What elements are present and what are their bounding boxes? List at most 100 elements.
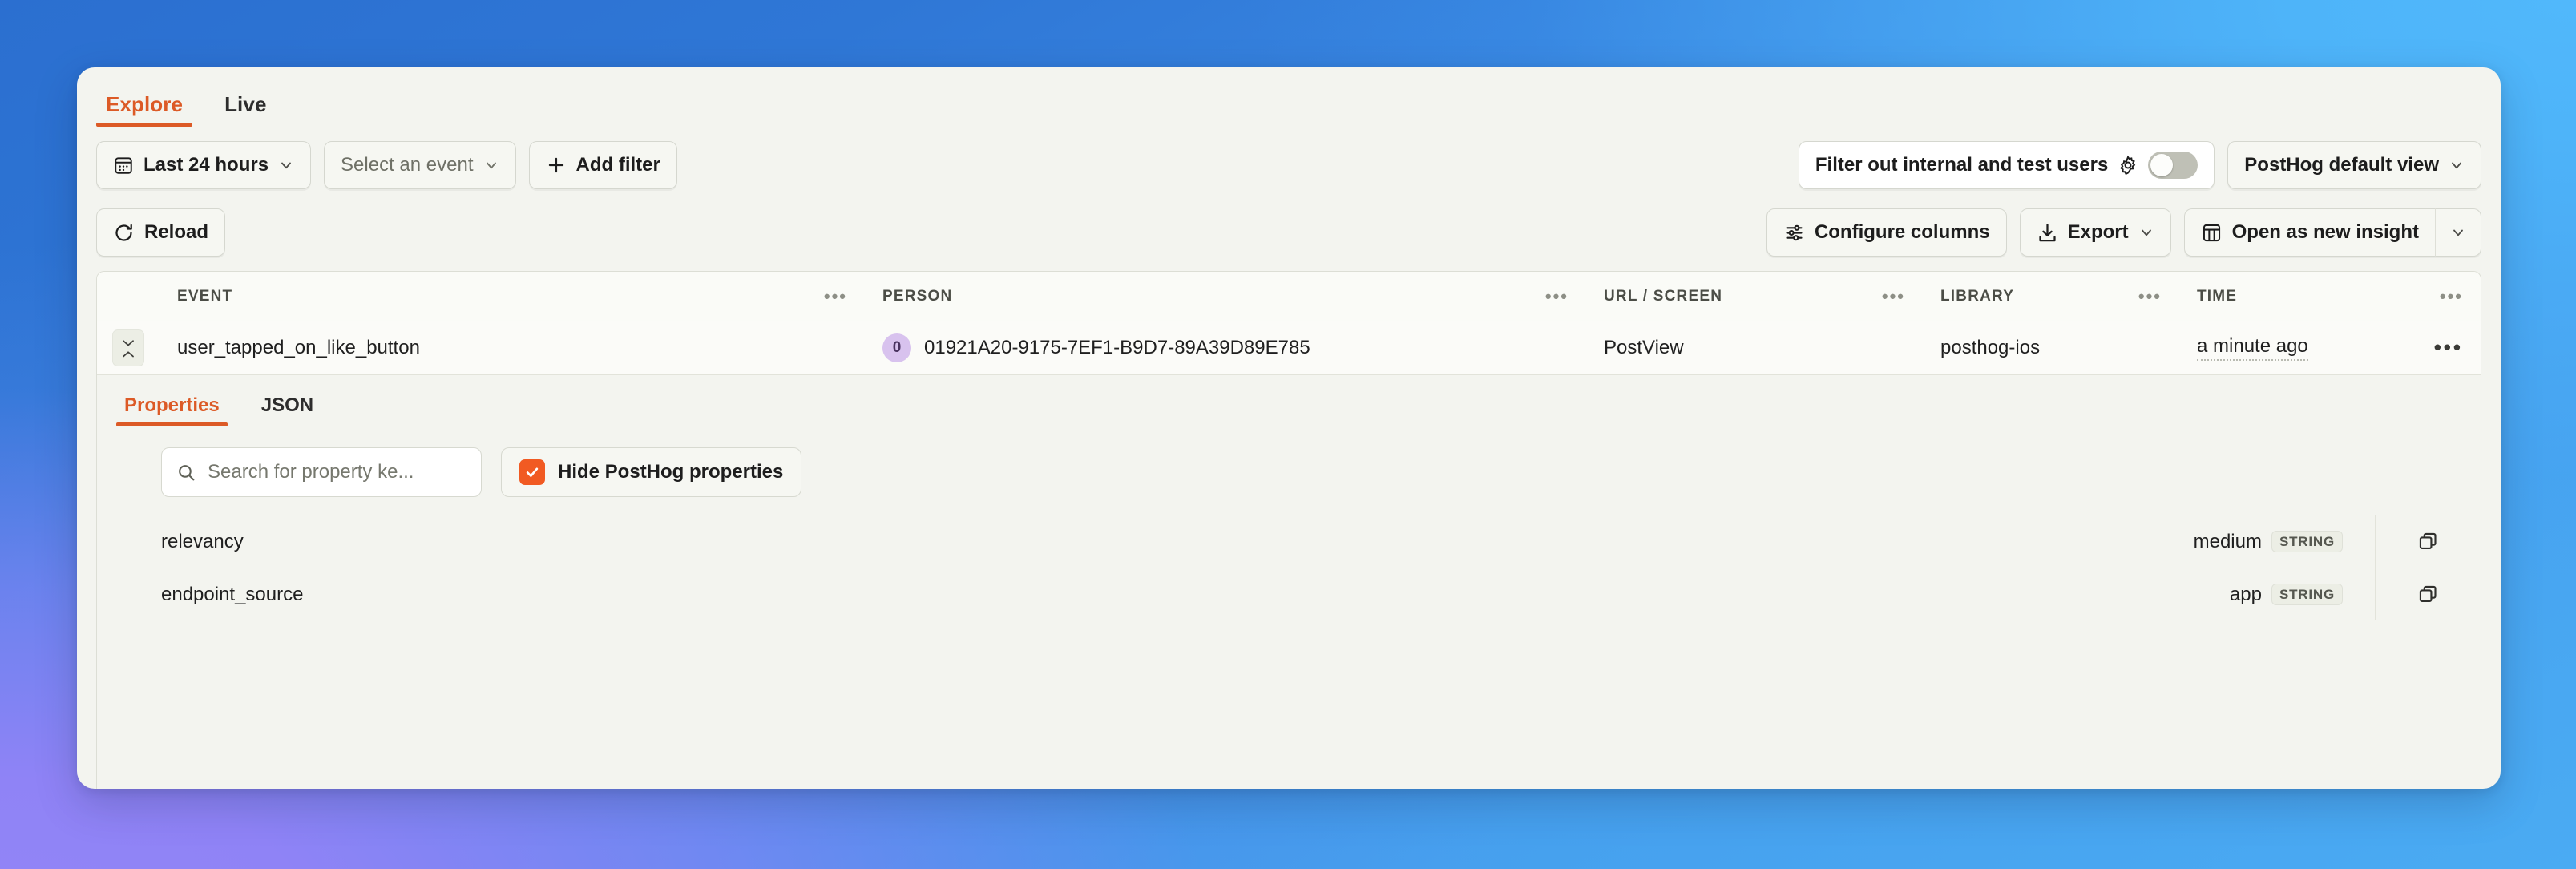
events-table: EVENT ••• PERSON ••• URL / SCREEN ••• LI… [96,271,2481,789]
top-tab-bar: Explore Live [77,67,2501,127]
event-select-button[interactable]: Select an event [324,141,516,189]
tab-live[interactable]: Live [215,94,276,127]
property-value-group: medium STRING [2194,531,2343,553]
download-icon [2037,222,2058,244]
reload-label: Reload [144,221,209,243]
column-header-person-label: PERSON [882,287,953,305]
copy-property-button[interactable] [2375,568,2481,620]
add-filter-button[interactable]: Add filter [528,141,677,189]
chevron-down-icon [2449,157,2465,173]
filter-internal-users-label: Filter out internal and test users [1815,154,2109,176]
event-select-label: Select an event [341,154,474,176]
property-controls: Hide PostHog properties [97,426,2481,515]
add-filter-label: Add filter [575,154,660,176]
column-header-time-label: TIME [2197,287,2238,305]
export-label: Export [2067,221,2129,243]
column-header-url: URL / SCREEN ••• [1586,272,1923,321]
property-key: endpoint_source [161,583,304,605]
tab-properties-label: Properties [124,394,220,416]
tab-json-label: JSON [260,394,314,416]
tab-properties[interactable]: Properties [116,396,228,426]
export-button[interactable]: Export [2019,208,2171,257]
collapse-row-button[interactable] [112,329,144,366]
chevron-down-icon [121,338,135,347]
column-menu-event[interactable]: ••• [824,287,847,305]
avatar: 0 [882,333,911,362]
copy-icon [2417,531,2439,552]
calendar-icon [113,155,134,176]
action-bar: Reload Configure columns Export Open as … [77,200,2501,271]
tab-explore-label: Explore [106,92,184,116]
hide-posthog-properties-label: Hide PostHog properties [558,461,784,483]
open-as-new-insight-button[interactable]: Open as new insight [2183,208,2435,257]
column-menu-library[interactable]: ••• [2138,287,2162,305]
view-select-label: PostHog default view [2244,154,2439,176]
cell-time-value: a minute ago [2197,335,2308,361]
column-menu-time[interactable]: ••• [2440,287,2463,305]
search-input[interactable] [208,461,466,483]
column-header-url-label: URL / SCREEN [1604,287,1723,305]
open-as-new-insight-split-button: Open as new insight [2183,208,2481,257]
chevron-down-icon[interactable] [2138,224,2154,240]
cell-time: a minute ago ••• [2179,321,2481,374]
hide-posthog-properties-checkbox[interactable] [519,459,545,485]
row-actions-menu[interactable]: ••• [2434,337,2463,358]
explorer-window: Explore Live Last 24 hours Select an eve… [77,67,2501,789]
property-search-box[interactable] [161,447,482,497]
cell-url: PostView [1586,321,1923,374]
property-value-group: app STRING [2230,584,2343,606]
cell-event[interactable]: user_tapped_on_like_button [159,321,865,374]
column-header-event: EVENT ••• [159,272,865,321]
property-value: app [2229,583,2262,605]
property-value: medium [2193,530,2262,552]
gear-icon[interactable] [2118,155,2138,176]
column-menu-person[interactable]: ••• [1545,287,1569,305]
copy-icon [2417,584,2439,605]
chevron-down-icon [2450,224,2466,240]
date-range-label: Last 24 hours [143,154,269,176]
hide-posthog-properties-control[interactable]: Hide PostHog properties [501,447,802,497]
chevron-down-icon [278,157,294,173]
column-header-person: PERSON ••• [865,272,1586,321]
cell-person-value: 01921A20-9175-7EF1-B9D7-89A39D89E785 [924,337,1310,358]
column-header-time: TIME ••• [2179,272,2481,321]
column-header-expand [97,272,159,321]
filter-bar: Last 24 hours Select an event Add filter… [77,127,2501,200]
column-header-event-label: EVENT [177,287,233,305]
date-range-button[interactable]: Last 24 hours [96,141,312,189]
tab-json[interactable]: JSON [253,396,321,426]
property-row[interactable]: relevancy medium STRING [97,515,2481,568]
property-type-badge: STRING [2271,584,2343,605]
column-header-library-label: LIBRARY [1940,287,2015,305]
detail-tab-bar: Properties JSON [97,375,2481,426]
internal-users-toggle[interactable] [2148,152,2198,179]
plus-icon [546,155,567,176]
view-select-button[interactable]: PostHog default view [2227,141,2481,189]
copy-property-button[interactable] [2375,515,2481,568]
filter-internal-users-control[interactable]: Filter out internal and test users [1798,141,2215,189]
configure-columns-label: Configure columns [1814,221,1990,243]
open-as-new-insight-caret[interactable] [2435,208,2481,257]
property-row[interactable]: endpoint_source app STRING [97,568,2481,620]
table-row[interactable]: user_tapped_on_like_button 0 01921A20-91… [97,321,2481,374]
tab-explore[interactable]: Explore [96,92,193,127]
configure-columns-button[interactable]: Configure columns [1766,208,2007,257]
property-list: relevancy medium STRING endpoint_source … [97,515,2481,789]
reload-button[interactable]: Reload [96,208,226,257]
cell-event-value: user_tapped_on_like_button [177,337,420,358]
row-expand-cell [97,321,159,374]
cell-url-value: PostView [1604,337,1684,358]
chevron-up-icon [121,350,135,358]
sliders-icon [1783,222,1805,244]
tab-live-label: Live [224,92,267,116]
property-key: relevancy [161,530,244,552]
refresh-icon [113,222,135,244]
cell-person[interactable]: 0 01921A20-9175-7EF1-B9D7-89A39D89E785 [865,321,1586,374]
table-icon [2201,222,2223,244]
property-type-badge: STRING [2271,531,2343,552]
check-icon [524,464,540,480]
column-menu-url[interactable]: ••• [1882,287,1905,305]
toggle-knob [2150,154,2174,176]
table-header-row: EVENT ••• PERSON ••• URL / SCREEN ••• LI… [97,272,2481,321]
cell-library-value: posthog-ios [1940,337,2041,358]
